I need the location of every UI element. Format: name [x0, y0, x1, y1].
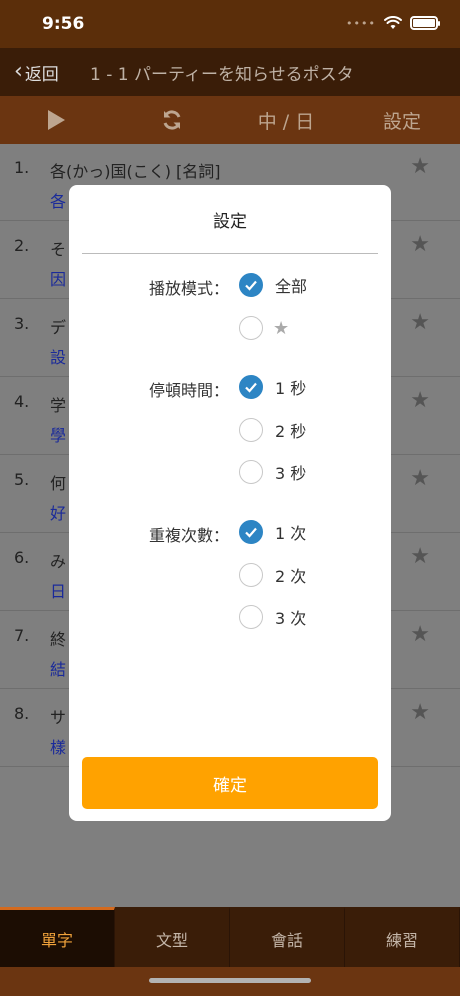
star-icon[interactable]: ★: [410, 232, 430, 257]
item-translation: 學: [50, 426, 67, 445]
item-number: 7.: [14, 626, 30, 645]
item-number: 3.: [14, 314, 30, 333]
tab-item[interactable]: 單字: [0, 907, 115, 967]
repeat-count-option-2[interactable]: 2 次: [239, 563, 306, 587]
star-icon[interactable]: ★: [410, 310, 430, 335]
language-toggle[interactable]: 中 / 日: [246, 96, 326, 144]
refresh-icon: [163, 110, 181, 130]
item-number: 5.: [14, 470, 30, 489]
option-label: 3 秒: [275, 464, 307, 483]
item-number: 6.: [14, 548, 30, 567]
item-translation: 好: [50, 504, 67, 523]
home-indicator[interactable]: [149, 978, 311, 983]
item-term: み: [50, 552, 67, 571]
option-label: 全部: [275, 277, 308, 296]
radio-icon: [239, 563, 263, 587]
dialog-divider: [82, 253, 378, 254]
star-icon[interactable]: ★: [410, 154, 430, 179]
item-translation: 結: [50, 660, 67, 679]
option-label: 2 秒: [275, 422, 307, 441]
radio-icon: [239, 460, 263, 484]
option-label: 3 次: [275, 609, 307, 628]
option-label: 2 次: [275, 567, 307, 586]
item-term: 終: [50, 630, 67, 649]
item-number: 2.: [14, 236, 30, 255]
battery-icon: [410, 16, 440, 30]
pause-time-label: 停頓時間：: [148, 381, 229, 400]
status-icons: ••••: [346, 16, 440, 30]
status-time: 9:56: [42, 14, 85, 34]
option-label: 1 次: [275, 524, 307, 543]
star-icon[interactable]: ★: [410, 388, 430, 413]
item-number: 4.: [14, 392, 30, 411]
settings-dialog: 設定 播放模式： 全部 ★ 停頓時間： 1 秒 2 秒 3 秒 重複次數： 1 …: [69, 185, 391, 821]
star-icon[interactable]: ★: [410, 466, 430, 491]
radio-icon: [239, 605, 263, 629]
wifi-icon: [384, 16, 402, 29]
play-mode-label: 播放模式：: [148, 279, 229, 298]
item-number: 1.: [14, 158, 30, 177]
radio-icon: [239, 316, 263, 340]
star-icon: ★: [273, 317, 290, 339]
checked-radio-icon: [239, 375, 263, 399]
nav-bar: ‹ 返回 1 - 1 パーティーを知らせるポスタ: [0, 48, 460, 96]
play-mode-option-all[interactable]: 全部: [239, 273, 307, 297]
item-term: 学: [50, 396, 67, 415]
star-icon[interactable]: ★: [410, 544, 430, 569]
item-translation: 設: [50, 348, 67, 367]
item-term: サ: [50, 708, 67, 727]
home-strip: [0, 967, 460, 996]
nav-title: 1 - 1 パーティーを知らせるポスタ: [90, 64, 354, 85]
chevron-left-icon: ‹: [14, 59, 23, 84]
tab-item[interactable]: 文型: [115, 907, 230, 967]
checked-radio-icon: [239, 520, 263, 544]
repeat-count-label: 重複次數：: [148, 526, 229, 545]
tab-item[interactable]: 會話: [230, 907, 345, 967]
back-button[interactable]: ‹ 返回: [0, 60, 90, 85]
back-label: 返回: [24, 64, 59, 85]
dialog-title: 設定: [213, 212, 247, 232]
tab-item[interactable]: 練習: [345, 907, 460, 967]
tab-bar: 單字 文型 會話 練習: [0, 907, 460, 967]
settings-button[interactable]: 設定: [372, 96, 432, 144]
item-translation: 因: [50, 270, 67, 289]
star-icon[interactable]: ★: [410, 700, 430, 725]
status-bar: 9:56 ••••: [0, 0, 460, 48]
checked-radio-icon: [239, 273, 263, 297]
play-icon: [48, 110, 65, 130]
pause-time-option-1[interactable]: 1 秒: [239, 375, 306, 399]
item-translation: 各: [50, 192, 67, 211]
item-term: デ: [50, 318, 67, 337]
item-translation: 日: [50, 582, 67, 601]
option-label: 1 秒: [275, 379, 307, 398]
toolbar: 中 / 日 設定: [0, 96, 460, 144]
repeat-count-option-1[interactable]: 1 次: [239, 520, 306, 544]
item-term: そ: [50, 240, 67, 259]
item-number: 8.: [14, 704, 30, 723]
confirm-button[interactable]: 確定: [82, 757, 378, 809]
repeat-count-option-3[interactable]: 3 次: [239, 605, 306, 629]
pause-time-option-3[interactable]: 3 秒: [239, 460, 306, 484]
item-term: 何: [50, 474, 67, 493]
signal-icon: ••••: [346, 16, 376, 30]
radio-icon: [239, 418, 263, 442]
pause-time-option-2[interactable]: 2 秒: [239, 418, 306, 442]
play-mode-option-starred[interactable]: ★: [239, 316, 289, 340]
star-icon[interactable]: ★: [410, 622, 430, 647]
item-term: 各(かっ)国(こく) [名詞]: [50, 162, 221, 181]
item-translation: 樣: [50, 738, 67, 757]
play-button[interactable]: [34, 96, 78, 144]
repeat-button[interactable]: [150, 96, 194, 144]
